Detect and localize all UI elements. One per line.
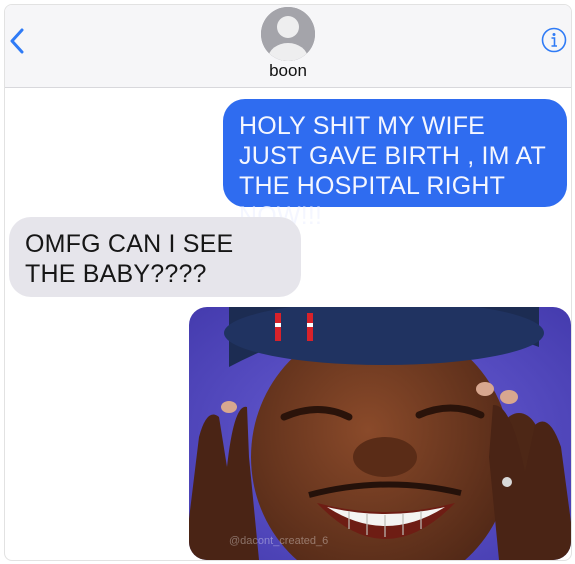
chevron-left-icon (10, 28, 24, 54)
contact-name[interactable]: boon (5, 61, 571, 81)
info-icon (541, 27, 567, 53)
sent-message-bubble[interactable]: HOLY SHIT MY WIFE JUST GAVE BIRTH , IM A… (223, 99, 567, 230)
info-button[interactable] (541, 27, 567, 53)
image-message[interactable]: @dacont_created_6 (189, 307, 571, 560)
conversation-header: boon (5, 5, 571, 88)
avatar[interactable] (261, 7, 315, 61)
message-thread: boon HOLY SHIT MY WIFE JUST GAVE BIRTH ,… (4, 4, 572, 561)
meme-photo-illustration (189, 307, 571, 560)
back-button[interactable] (5, 23, 29, 59)
received-message-bubble[interactable]: OMFG CAN I SEE THE BABY???? (9, 217, 301, 297)
person-silhouette-icon (261, 7, 315, 61)
image-watermark: @dacont_created_6 (229, 535, 329, 547)
